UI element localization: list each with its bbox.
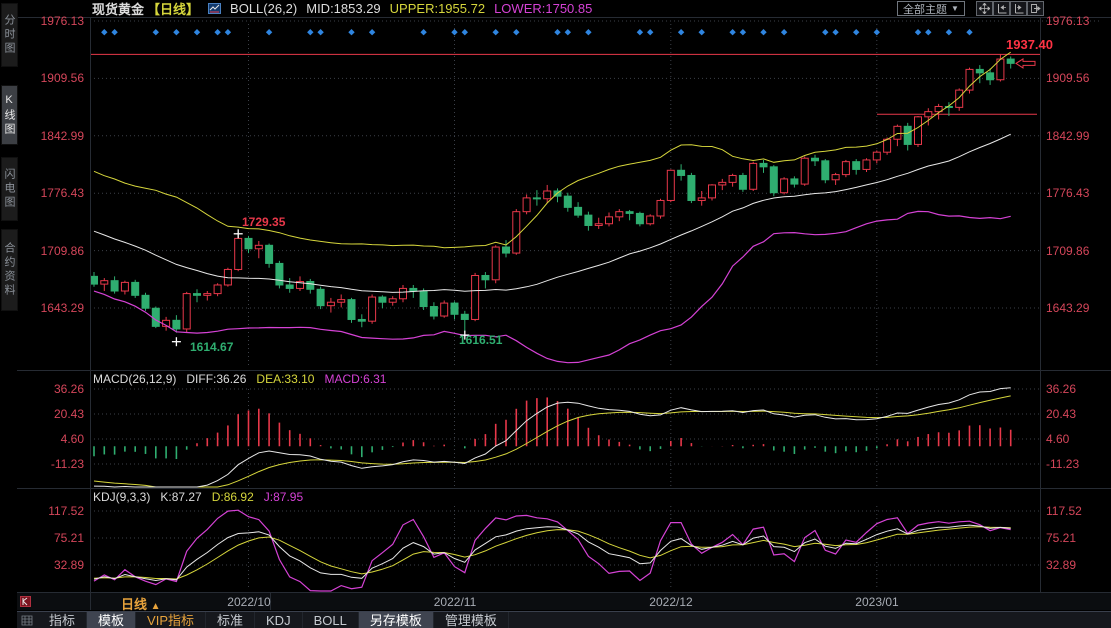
sidebar-item-lightning-chart[interactable]: 闪电图 xyxy=(1,157,18,221)
annotation-high-1937: 1937.40 xyxy=(1006,37,1053,52)
plot-left-border xyxy=(90,17,91,592)
macd-diff-value: DIFF:36.26 xyxy=(186,372,246,386)
macd-indicator-name: MACD(26,12,9) xyxy=(93,372,176,386)
chart-header: 现货黄金 【日线】 BOLL(26,2) MID:1853.29 UPPER:1… xyxy=(92,1,592,16)
tab-templates[interactable]: 模板 xyxy=(87,612,136,628)
price-tick-right-0: 1976.13 xyxy=(1046,14,1104,28)
price-tick-left-5: 1643.29 xyxy=(26,301,84,315)
price-tick-right-5: 1643.29 xyxy=(1046,301,1104,315)
sidebar-item-contract-info[interactable]: 合约资料 xyxy=(1,229,18,311)
kdj-panel-divider xyxy=(17,488,1111,489)
theme-dropdown[interactable]: 全部主题 ▼ xyxy=(897,1,965,16)
price-tick-right-3: 1776.43 xyxy=(1046,186,1104,200)
chart-application: 分时图 K线图 闪电图 合约资料 现货黄金 【日线】 BOLL(26,2) MI… xyxy=(0,0,1111,628)
macd-panel-divider xyxy=(17,370,1111,371)
kdj-tick-right-2: 32.89 xyxy=(1046,558,1104,572)
crosshair-icon[interactable] xyxy=(976,1,993,16)
bottom-tab-bar: 指标 模板 VIP指标 标准 KDJ BOLL 另存模板 管理模板 xyxy=(17,611,1111,628)
xaxis-strip: 日线 ▲ 2022/10 2022/11 2022/12 2023/01 xyxy=(17,593,1111,610)
main-chart-svg[interactable] xyxy=(0,0,1111,628)
shift-chart-icon[interactable] xyxy=(1027,1,1044,16)
macd-tick-right-0: 36.26 xyxy=(1046,382,1104,396)
annotation-low-1616: 1616.51 xyxy=(459,333,502,347)
chevron-down-icon: ▼ xyxy=(951,4,959,13)
tab-vip-indicators[interactable]: VIP指标 xyxy=(136,612,206,628)
price-tick-left-2: 1842.99 xyxy=(26,129,84,143)
boll-mid-value: MID:1853.29 xyxy=(306,1,380,16)
price-tick-left-3: 1776.43 xyxy=(26,186,84,200)
tab-kdj[interactable]: KDJ xyxy=(255,612,303,628)
price-tick-left-4: 1709.86 xyxy=(26,244,84,258)
macd-dea-value: DEA:33.10 xyxy=(256,372,314,386)
sidebar-item-kline-chart[interactable]: K线图 xyxy=(1,85,18,145)
price-tick-right-4: 1709.86 xyxy=(1046,244,1104,258)
price-tick-right-2: 1842.99 xyxy=(1046,129,1104,143)
kdj-k-value: K:87.27 xyxy=(160,490,201,504)
symbol-title: 现货黄金 xyxy=(92,0,144,18)
strip-divider-1 xyxy=(90,593,91,610)
price-tick-right-1: 1909.56 xyxy=(1046,71,1104,85)
theme-dropdown-label: 全部主题 xyxy=(903,1,947,17)
expand-chart-icon[interactable] xyxy=(1010,1,1027,16)
macd-tick-left-3: -11.23 xyxy=(26,457,84,471)
sidebar-item-time-chart[interactable]: 分时图 xyxy=(1,3,18,67)
date-label-oct: 2022/10 xyxy=(227,595,270,609)
tab-standard[interactable]: 标准 xyxy=(206,612,255,628)
date-label-jan: 2023/01 xyxy=(855,595,898,609)
boll-upper-value: UPPER:1955.72 xyxy=(390,1,485,16)
kdj-d-value: D:86.92 xyxy=(212,490,254,504)
tab-indicators[interactable]: 指标 xyxy=(38,612,87,628)
kdj-tick-right-1: 75.21 xyxy=(1046,531,1104,545)
kdj-tick-left-2: 32.89 xyxy=(26,558,84,572)
macd-tick-right-1: 20.43 xyxy=(1046,407,1104,421)
macd-tick-right-2: 4.60 xyxy=(1046,432,1104,446)
kdj-tick-left-1: 75.21 xyxy=(26,531,84,545)
tab-manage-templates[interactable]: 管理模板 xyxy=(434,612,509,628)
plot-right-border xyxy=(1040,17,1041,592)
grid-menu-icon[interactable] xyxy=(21,615,33,626)
app-logo-icon xyxy=(20,596,31,607)
kdj-tick-left-0: 117.52 xyxy=(26,504,84,518)
date-label-dec: 2022/12 xyxy=(649,595,692,609)
kdj-header: KDJ(9,3,3) K:87.27 D:86.92 J:87.95 xyxy=(93,490,303,504)
tab-boll[interactable]: BOLL xyxy=(303,612,359,628)
macd-tick-right-3: -11.23 xyxy=(1046,457,1104,471)
macd-tick-left-1: 20.43 xyxy=(26,407,84,421)
kdj-tick-right-0: 117.52 xyxy=(1046,504,1104,518)
annotation-low-1614: 1614.67 xyxy=(190,340,233,354)
macd-value: MACD:6.31 xyxy=(324,372,386,386)
price-tick-left-0: 1976.13 xyxy=(26,14,84,28)
period-label: 日线 xyxy=(121,597,147,612)
date-label-nov: 2022/11 xyxy=(434,595,477,609)
boll-lower-value: LOWER:1750.85 xyxy=(494,1,592,16)
kdj-j-value: J:87.95 xyxy=(264,490,303,504)
tab-save-template[interactable]: 另存模板 xyxy=(359,612,434,628)
macd-header: MACD(26,12,9) DIFF:36.26 DEA:33.10 MACD:… xyxy=(93,372,386,386)
macd-tick-left-2: 4.60 xyxy=(26,432,84,446)
price-tick-left-1: 1909.56 xyxy=(26,71,84,85)
compress-chart-icon[interactable] xyxy=(993,1,1010,16)
indicator-name: BOLL(26,2) xyxy=(230,1,297,16)
mini-chart-icon xyxy=(208,3,221,14)
annotation-high-1729: 1729.35 xyxy=(242,215,285,229)
kdj-indicator-name: KDJ(9,3,3) xyxy=(93,490,150,504)
macd-tick-left-0: 36.26 xyxy=(26,382,84,396)
symbol-period: 【日线】 xyxy=(147,0,199,18)
